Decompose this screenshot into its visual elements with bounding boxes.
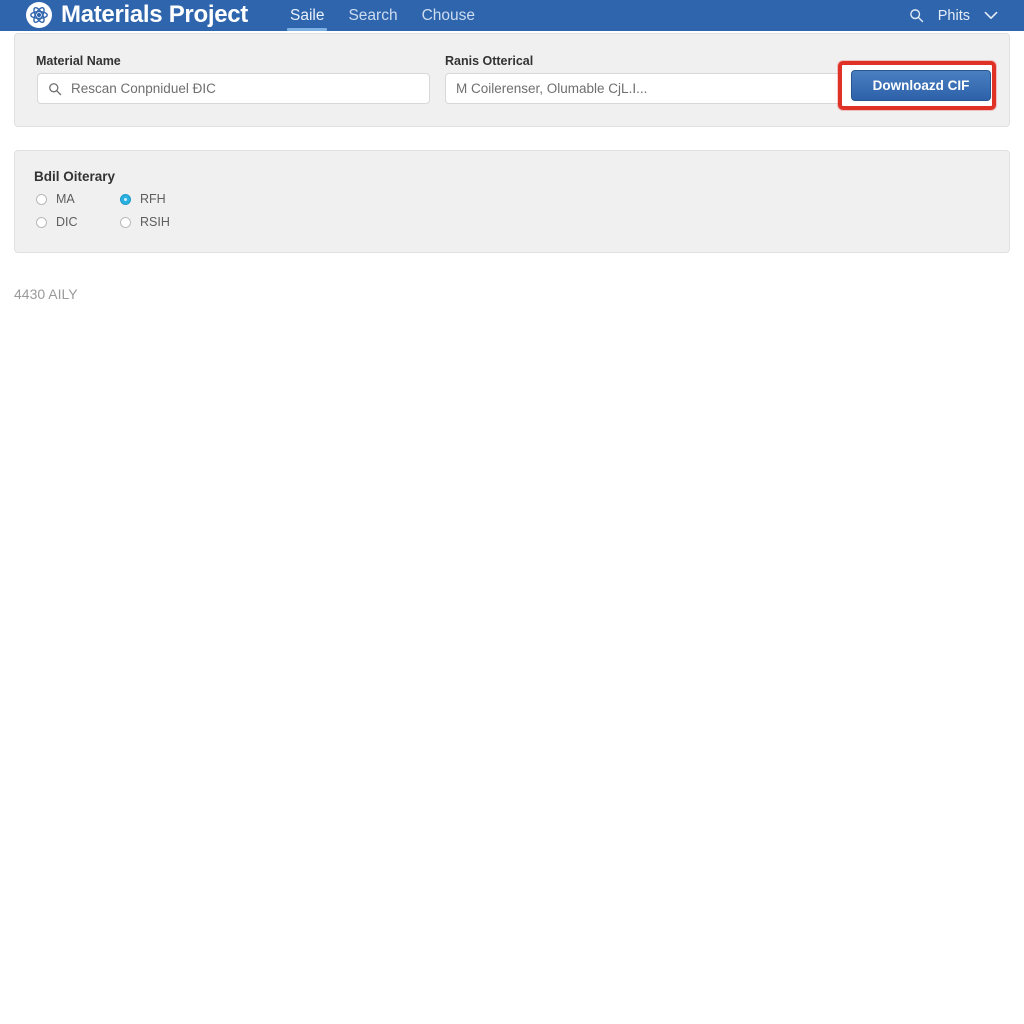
nav-links: Saile Search Chouse: [286, 0, 475, 31]
radio-option-rsih[interactable]: RSIH: [120, 215, 170, 229]
radio-indicator[interactable]: [36, 216, 47, 228]
chevron-down-icon[interactable]: [984, 11, 998, 20]
top-navbar: Materials Project Saile Search Chouse Ph…: [0, 0, 1024, 31]
nav-item-saile[interactable]: Saile: [286, 0, 328, 31]
nav-item-search[interactable]: Search: [348, 0, 397, 31]
options-title: Bdil Oiterary: [34, 169, 116, 184]
radio-indicator[interactable]: [36, 193, 47, 205]
search-icon: [48, 82, 62, 96]
radio-label: RFH: [140, 192, 166, 206]
range-otterical-label: Ranis Otterical: [445, 54, 534, 68]
atom-circle-icon: [26, 1, 52, 28]
radio-label: MA: [56, 192, 75, 206]
nav-item-chouse[interactable]: Chouse: [422, 0, 475, 31]
search-icon[interactable]: [909, 8, 924, 23]
radio-label: RSIH: [140, 215, 170, 229]
material-name-label: Material Name: [36, 54, 121, 68]
brand-title: Materials Project: [61, 0, 248, 28]
nav-right-group: Phits: [909, 8, 998, 24]
material-name-input[interactable]: Rescan Conpniduel ÐIC: [37, 73, 430, 104]
material-name-placeholder: Rescan Conpniduel ÐIC: [71, 81, 216, 96]
radio-option-ma[interactable]: MA: [36, 192, 75, 206]
radio-label: DIC: [56, 215, 78, 229]
radio-indicator-selected[interactable]: [120, 193, 131, 205]
download-cif-button[interactable]: Downloazd CIF: [851, 70, 991, 101]
range-otterical-placeholder: M Coilerenser, Olumable CjL.I...: [456, 81, 648, 96]
account-label[interactable]: Phits: [938, 8, 970, 24]
radio-indicator[interactable]: [120, 216, 131, 228]
radio-option-rfh[interactable]: RFH: [120, 192, 166, 206]
brand[interactable]: Materials Project: [26, 0, 248, 29]
results-count-status: 4430 AILY: [14, 286, 78, 302]
radio-option-dic[interactable]: DIC: [36, 215, 78, 229]
